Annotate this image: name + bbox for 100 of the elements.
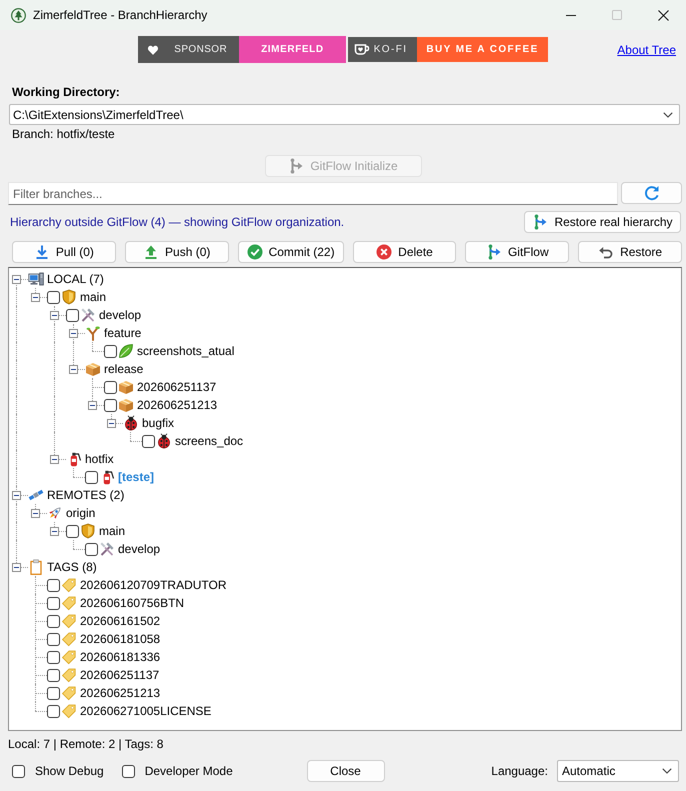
checkbox[interactable] <box>47 578 60 592</box>
tree-item-label[interactable]: main <box>99 524 126 538</box>
donation-badge[interactable]: SPONSOR ZIMERFELD <box>138 36 346 63</box>
collapse-icon[interactable] <box>69 328 78 338</box>
close-button[interactable]: Close <box>306 760 384 782</box>
tree-item-label[interactable]: 202606251137 <box>137 380 216 394</box>
tree-item-label[interactable]: 202606251137 <box>80 668 160 682</box>
delete-button[interactable]: Delete <box>352 241 456 263</box>
tree-item-label[interactable]: 202606120709TRADUTOR <box>80 578 227 592</box>
field-label: Working Directory: <box>11 85 120 99</box>
tree-item-label[interactable]: REMOTES (2) <box>47 488 124 502</box>
filter-field[interactable]: Filter branches... <box>8 182 618 205</box>
close-icon[interactable] <box>658 10 668 20</box>
option-label[interactable]: Developer Mode <box>144 764 233 778</box>
checkbox[interactable] <box>47 290 60 304</box>
about-link[interactable]: About Tree <box>617 42 676 56</box>
collapse-icon[interactable] <box>12 562 21 572</box>
collapse-icon[interactable] <box>107 418 116 428</box>
tree-item-label[interactable]: develop <box>99 308 142 322</box>
checkbox[interactable] <box>47 614 60 628</box>
restore-button[interactable]: Restore <box>578 241 682 263</box>
collapse-icon[interactable] <box>31 508 40 518</box>
tree-item-label[interactable]: bugfix <box>142 416 174 430</box>
status-text: Local: 7 | Remote: 2 | Tags: 8 <box>7 737 164 751</box>
twig-icon <box>85 325 101 341</box>
checkbox[interactable] <box>104 398 117 412</box>
pull-button[interactable]: Pull (0) <box>12 241 116 263</box>
language-dropdown[interactable]: Automatic <box>557 760 679 782</box>
checkbox[interactable] <box>85 470 98 484</box>
tree-item-label[interactable]: 202606181336 <box>80 650 160 664</box>
tree-item-label[interactable]: [teste] <box>118 470 154 484</box>
tag-icon <box>61 703 77 719</box>
directory-dropdown[interactable]: C:\GitExtensions\ZimerfeldTree\ <box>9 104 680 125</box>
tree-item-label[interactable]: 202606251213 <box>137 398 218 412</box>
tree-item-label[interactable]: 202606161502 <box>80 614 160 628</box>
commit-button[interactable]: Commit (22) <box>238 241 344 263</box>
collapse-icon[interactable] <box>50 310 59 320</box>
collapse-icon[interactable] <box>12 490 21 500</box>
computer-icon <box>28 271 44 287</box>
checkbox[interactable] <box>47 686 60 700</box>
tree-item-label[interactable]: 202606271005LICENSE <box>80 704 212 718</box>
checkbox[interactable] <box>66 308 79 322</box>
tag-icon <box>61 649 77 665</box>
checkbox[interactable] <box>104 380 117 394</box>
tree-item-label[interactable]: hotfix <box>85 452 114 466</box>
checkbox[interactable] <box>47 650 60 664</box>
collapse-icon[interactable] <box>31 292 40 302</box>
tree-item-label[interactable]: main <box>80 290 106 304</box>
tree-item-label[interactable]: screens_doc <box>175 434 244 448</box>
shield-icon <box>80 523 96 539</box>
checkbox[interactable] <box>47 668 60 682</box>
badge-label: KO-FI <box>372 43 408 57</box>
box-icon <box>118 379 134 395</box>
tree-item-label[interactable]: 202606160756BTN <box>80 596 184 610</box>
rocket-icon <box>47 505 63 521</box>
window-title: ZimerfeldTree - BranchHierarchy <box>33 8 208 22</box>
badge-label: SPONSOR <box>173 43 228 57</box>
satellite-icon <box>28 487 44 503</box>
checkbox[interactable] <box>47 596 60 610</box>
tree-item-label[interactable]: TAGS (8) <box>47 560 97 574</box>
x-circle-icon <box>376 244 392 260</box>
checkbox[interactable] <box>47 632 60 646</box>
collapse-icon[interactable] <box>69 364 78 374</box>
heart-icon <box>147 44 160 56</box>
tree-item-label[interactable]: develop <box>118 542 160 556</box>
refresh-button[interactable] <box>621 182 682 204</box>
checkbox[interactable] <box>122 764 135 778</box>
gitflow-button[interactable]: GitFlow <box>465 241 570 263</box>
checkbox[interactable] <box>142 434 155 448</box>
checkbox[interactable] <box>12 764 25 778</box>
chevron-down-icon <box>662 768 672 774</box>
clipboard-icon <box>28 559 44 575</box>
branch-label: Branch: hotfix/teste <box>11 127 115 141</box>
restore-hierarchy-button[interactable]: Restore real hierarchy <box>524 211 681 233</box>
tree-item-label[interactable]: release <box>104 362 144 376</box>
refresh-icon <box>644 185 660 201</box>
box-icon <box>85 361 101 377</box>
language-label: Language: <box>491 764 548 778</box>
tree-item-label[interactable]: feature <box>104 326 142 340</box>
checkbox[interactable] <box>66 524 79 538</box>
collapse-icon[interactable] <box>12 274 21 284</box>
tree-item-label[interactable]: origin <box>66 506 96 520</box>
tree-item-label[interactable]: LOCAL (7) <box>47 272 104 286</box>
tag-icon <box>61 577 77 593</box>
leaf-icon <box>118 343 134 359</box>
donation-badge[interactable]: KO-FI BUY ME A COFFEE <box>348 37 548 62</box>
option-label[interactable]: Show Debug <box>35 764 104 778</box>
tree-item-label[interactable]: 202606251213 <box>80 686 160 700</box>
collapse-icon[interactable] <box>88 400 97 410</box>
checkbox[interactable] <box>104 344 117 358</box>
tag-icon <box>61 613 77 629</box>
checkbox[interactable] <box>47 704 60 718</box>
tree-item-label[interactable]: 202606181058 <box>80 632 160 646</box>
collapse-icon[interactable] <box>50 454 59 464</box>
box-icon <box>118 397 134 413</box>
tag-icon <box>61 685 77 701</box>
tree-item-label[interactable]: screenshots_atual <box>137 344 234 358</box>
collapse-icon[interactable] <box>50 526 59 536</box>
push-button[interactable]: Push (0) <box>124 241 229 263</box>
checkbox[interactable] <box>85 542 98 556</box>
